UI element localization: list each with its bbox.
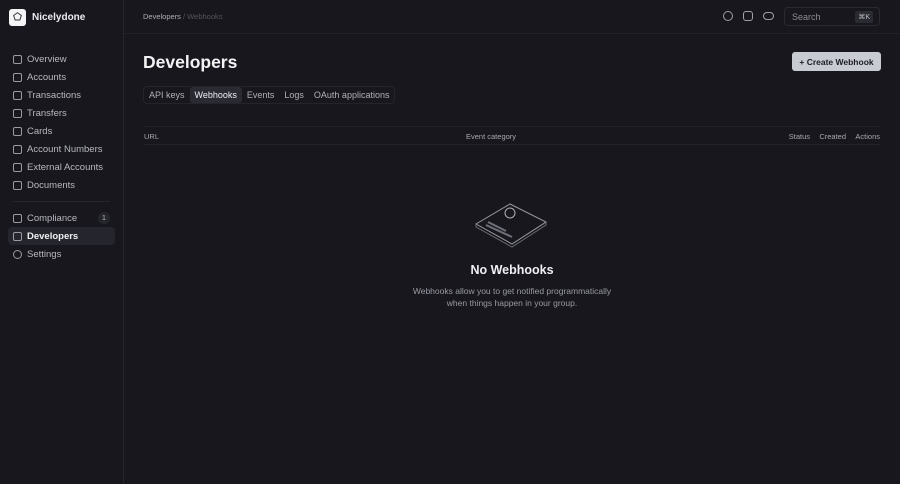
chart-icon [13, 54, 22, 64]
tab-events[interactable]: Events [242, 87, 280, 103]
arrows-icon [13, 108, 22, 118]
tab-api-keys[interactable]: API keys [144, 87, 190, 103]
bank-icon [13, 162, 22, 172]
sidebar-item-transactions[interactable]: Transactions [8, 86, 115, 104]
label: External Accounts [27, 161, 104, 173]
label: Cards [27, 125, 53, 137]
sidebar-item-accounts[interactable]: Accounts [8, 68, 115, 86]
workspace-switcher[interactable]: ⬠ Nicelydone [9, 9, 85, 26]
label: Overview [27, 53, 67, 65]
column-event-category: Event category [466, 132, 517, 141]
column-url: URL [144, 132, 160, 141]
column-status: Status [788, 132, 810, 141]
column-created: Created [819, 132, 846, 141]
sidebar-item-overview[interactable]: Overview [8, 50, 115, 68]
gear-icon [13, 249, 22, 259]
sidebar-item-settings[interactable]: Settings [8, 245, 115, 263]
hash-icon [13, 144, 22, 154]
search-input[interactable]: Search ⌘K [784, 7, 880, 26]
tab-logs[interactable]: Logs [279, 87, 309, 103]
divider [13, 201, 110, 202]
label: Accounts [27, 71, 67, 83]
shortcut-hint: ⌘K [855, 11, 873, 23]
description-line: when things happen in your group. [446, 298, 578, 308]
wallet-icon [13, 72, 22, 82]
sidebar: ⬠ Nicelydone Overview Accounts Transacti… [0, 0, 124, 484]
label: Transfers [27, 107, 67, 119]
toggle-icon[interactable] [763, 12, 774, 20]
count-badge: 1 [98, 212, 110, 224]
tab-webhooks[interactable]: Webhooks [189, 87, 242, 103]
sidebar-item-transfers[interactable]: Transfers [8, 104, 115, 122]
card-icon [13, 126, 22, 136]
sidebar-item-documents[interactable]: Documents [8, 176, 115, 194]
brand-name: Nicelydone [32, 12, 86, 23]
sidebar-item-developers[interactable]: Developers [8, 227, 115, 245]
search-placeholder: Search [792, 12, 821, 22]
label: Settings [27, 248, 62, 260]
column-actions: Actions [855, 132, 880, 141]
empty-state-description: Webhooks allow you to get notified progr… [400, 285, 624, 309]
breadcrumb-developers[interactable]: Developers [143, 12, 181, 21]
sidebar-item-compliance[interactable]: Compliance 1 [8, 209, 115, 227]
folder-icon [13, 180, 22, 190]
breadcrumb-current: Webhooks [187, 12, 223, 21]
create-webhook-button[interactable]: + Create Webhook [792, 52, 881, 71]
topbar: Developers / Webhooks Search ⌘K [124, 0, 900, 34]
label: Transactions [27, 89, 82, 101]
label: Developers [27, 230, 79, 242]
label: Compliance [27, 212, 78, 224]
breadcrumb-separator: / [183, 12, 186, 21]
label: Account Numbers [27, 143, 103, 155]
book-icon[interactable] [743, 11, 753, 21]
description-line: Webhooks allow you to get notified progr… [412, 286, 612, 296]
tab-bar: API keys Webhooks Events Logs OAuth appl… [143, 86, 396, 104]
logo-icon: ⬠ [9, 9, 26, 26]
empty-state-title: No Webhooks [470, 263, 554, 277]
page-title: Developers [143, 52, 238, 72]
sidebar-item-account-numbers[interactable]: Account Numbers [8, 140, 115, 158]
list-icon [13, 90, 22, 100]
label: Documents [27, 179, 76, 191]
sidebar-item-external-accounts[interactable]: External Accounts [8, 158, 115, 176]
document-icon [13, 213, 22, 223]
sidebar-item-cards[interactable]: Cards [8, 122, 115, 140]
terminal-icon [13, 231, 22, 241]
table-header: URL Event category Status Created Action… [143, 126, 880, 145]
chat-icon[interactable] [723, 11, 733, 21]
empty-state-illustration [474, 203, 548, 248]
tab-oauth-applications[interactable]: OAuth applications [309, 87, 395, 103]
breadcrumb: Developers / Webhooks [143, 12, 223, 21]
